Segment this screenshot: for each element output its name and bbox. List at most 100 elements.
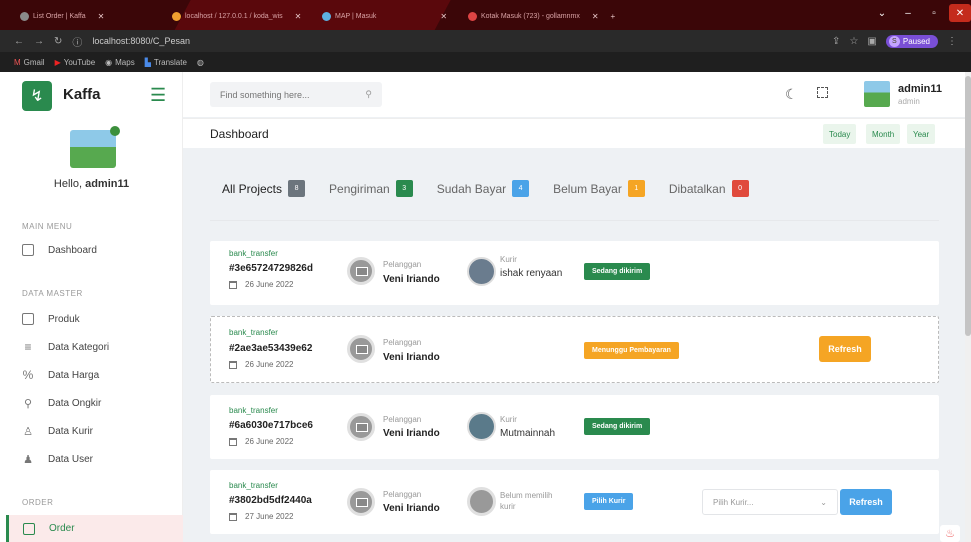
period-month-button[interactable]: Month (866, 124, 901, 144)
chevron-down-icon: ⌄ (820, 497, 827, 507)
order-card[interactable]: bank_transfer #3e65724729826d 26 June 20… (210, 241, 939, 305)
close-icon[interactable]: ✕ (592, 12, 599, 21)
list-icon: ≡ (24, 340, 32, 354)
window-close-icon[interactable]: ✕ (949, 4, 971, 22)
profile-paused-button[interactable]: S Paused (885, 34, 938, 48)
flame-icon[interactable]: ♨ (940, 525, 960, 542)
forward-icon[interactable]: → (34, 36, 44, 47)
order-id: #6a6030e717bce6 (229, 420, 313, 431)
bookmark-translate[interactable]: ▙ Translate (145, 58, 187, 67)
extension-icon[interactable]: ▣ (867, 36, 876, 47)
sidebar-item-user[interactable]: ♟ Data User (22, 453, 93, 466)
sidebar-item-dashboard[interactable]: Dashboard (22, 244, 97, 256)
refresh-button[interactable]: Refresh (819, 336, 871, 362)
settings-gear-icon[interactable] (110, 126, 120, 136)
tab-dibatalkan[interactable]: Dibatalkan 0 (669, 180, 749, 197)
close-icon[interactable]: ✕ (295, 12, 302, 21)
bookmark-label: Translate (153, 57, 187, 67)
hamburger-menu-icon[interactable]: ☰ (150, 86, 166, 104)
status-badge: Pilih Kurir (584, 493, 634, 510)
status-badge: Menunggu Pembayaran (584, 342, 679, 359)
browser-tab-0[interactable]: List Order | Kaffa ✕ (20, 7, 104, 25)
new-tab-icon[interactable]: + (611, 12, 616, 21)
bookmark-globe[interactable]: ◍ (197, 58, 204, 67)
bookmark-youtube[interactable]: ▶ YouTube (55, 58, 96, 67)
tab-sudah-bayar[interactable]: Sudah Bayar 4 (437, 180, 530, 197)
sidebar-item-kurir[interactable]: ♙ Data Kurir (22, 425, 93, 438)
tab-belum-bayar[interactable]: Belum Bayar 1 (553, 180, 645, 197)
period-year-button[interactable]: Year (907, 124, 936, 144)
percent-icon: % (22, 368, 34, 382)
tab-pengiriman[interactable]: Pengiriman 3 (329, 180, 413, 197)
customer-name: Veni Iriando (383, 503, 440, 514)
address-bar: ← → ↻ ⓘ localhost:8080/C_Pesan ⇪ ☆ ▣ S Pa… (0, 30, 971, 52)
sidebar-item-label: Order (49, 523, 75, 534)
menu-icon[interactable]: ⋮ (947, 36, 957, 47)
courier-name: ishak renyaan (500, 268, 563, 279)
maximize-icon[interactable]: ▫ (923, 4, 945, 22)
sidebar-item-kategori[interactable]: ≡ Data Kategori (22, 340, 109, 354)
refresh-button[interactable]: Refresh (840, 489, 892, 515)
reload-icon[interactable]: ↻ (54, 36, 62, 47)
bookmark-star-icon[interactable]: ☆ (849, 36, 858, 47)
sidebar-item-produk[interactable]: Produk (22, 313, 80, 325)
customer-name: Veni Iriando (383, 428, 440, 439)
search-icon[interactable]: ⚲ (365, 89, 372, 100)
share-icon[interactable]: ⇪ (832, 36, 840, 47)
bookmark-maps[interactable]: ◉ Maps (105, 58, 135, 67)
order-date: 26 June 2022 (229, 360, 294, 369)
scrollbar[interactable] (965, 72, 971, 542)
customer-avatar (347, 413, 375, 441)
tab-favicon-icon (172, 11, 181, 21)
order-id: #3802bd5df2440a (229, 495, 312, 506)
scrollbar-thumb[interactable] (965, 76, 971, 336)
browser-tab-1[interactable]: localhost / 127.0.0.1 / koda_wis ✕ (172, 7, 301, 25)
filter-tabs: All Projects 8 Pengiriman 3 Sudah Bayar 4 B… (222, 180, 749, 197)
status-badge: Sedang dikirim (584, 418, 651, 435)
fullscreen-icon[interactable] (817, 87, 828, 98)
order-card[interactable]: bank_transfer #6a6030e717bce6 26 June 20… (210, 395, 939, 459)
bookmark-label: Gmail (23, 57, 45, 67)
user-icon: ♙ (23, 425, 33, 438)
courier-name: Mutmainnah (500, 428, 556, 439)
count-badge: 1 (627, 180, 645, 197)
product-icon (22, 313, 34, 325)
section-main-menu: MAIN MENU (22, 222, 73, 231)
tab-all-projects[interactable]: All Projects 8 (222, 180, 306, 197)
customer-avatar (347, 257, 375, 285)
search-box: ⚲ (210, 82, 382, 107)
browser-tab-2[interactable]: MAP | Masuk ✕ (322, 7, 447, 25)
status-badge: Sedang dikirim (584, 263, 651, 280)
tab-favicon-icon (468, 11, 477, 21)
back-icon[interactable]: ← (14, 36, 24, 47)
sidebar-avatar (70, 126, 120, 168)
tab-search-icon[interactable]: ⌄ (871, 4, 893, 22)
customer-label: Pelanggan (383, 338, 422, 347)
user-avatar[interactable] (864, 81, 890, 107)
bookmark-gmail[interactable]: M Gmail (14, 58, 45, 67)
browser-tab-title: MAP | Masuk (335, 12, 377, 20)
close-icon[interactable]: ✕ (440, 12, 447, 21)
tab-label: Belum Bayar (553, 181, 622, 196)
order-id: #3e65724729826d (229, 263, 313, 274)
sidebar-item-ongkir[interactable]: ⚲ Data Ongkir (22, 397, 101, 410)
url-field[interactable]: localhost:8080/C_Pesan (92, 36, 190, 46)
minimize-icon[interactable]: – (897, 4, 919, 22)
period-today-button[interactable]: Today (823, 124, 857, 144)
sidebar: ↯ Kaffa ☰ Hello, admin11 MAIN MENU Dashb… (0, 72, 183, 542)
close-icon[interactable]: ✕ (98, 12, 105, 21)
courier-select[interactable]: Pilih Kurir... ⌄ (702, 489, 838, 515)
section-order: ORDER (22, 498, 54, 507)
dark-mode-icon[interactable]: ☾ (785, 86, 798, 103)
sidebar-item-harga[interactable]: % Data Harga (22, 368, 99, 382)
count-badge: 3 (395, 180, 413, 197)
sidebar-item-order[interactable]: Order (6, 515, 183, 542)
order-card[interactable]: bank_transfer #2ae3ae53439e62 26 June 20… (210, 316, 939, 383)
courier-label: Kurir (500, 255, 517, 264)
payment-method: bank_transfer (229, 481, 278, 490)
sidebar-item-label: Produk (48, 313, 80, 325)
order-date: 26 June 2022 (229, 280, 294, 289)
browser-tab-3[interactable]: Kotak Masuk (723) - gollamnmx ✕ + (468, 7, 615, 25)
search-input[interactable] (220, 89, 350, 100)
order-card[interactable]: bank_transfer #3802bd5df2440a 27 June 20… (210, 470, 939, 534)
